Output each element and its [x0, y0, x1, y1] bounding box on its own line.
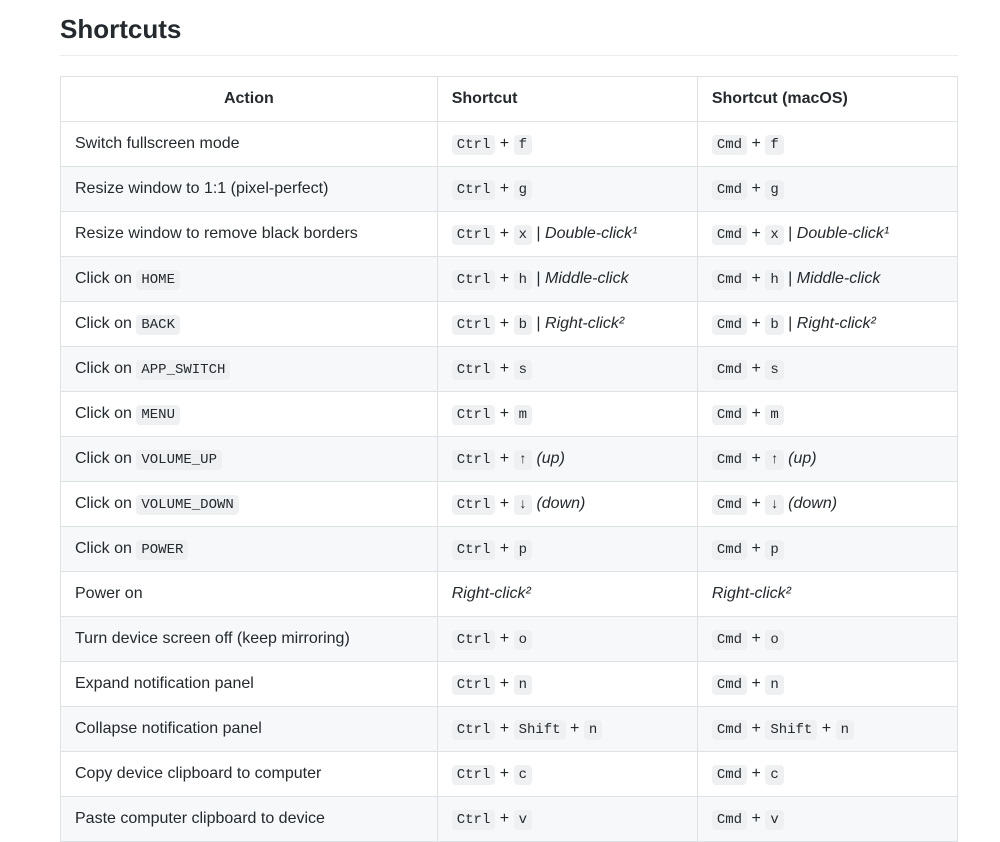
table-row: Click on HOMECtrl + h | Middle-clickCmd … [61, 257, 958, 302]
cell-action: Click on APP_SWITCH [61, 347, 438, 392]
cell-action: Switch fullscreen mode [61, 122, 438, 167]
table-row: Paste computer clipboard to deviceCtrl +… [61, 797, 958, 842]
cell-shortcut_macos: Cmd + ↓ (down) [697, 482, 957, 527]
cell-action: Click on VOLUME_DOWN [61, 482, 438, 527]
cell-action: Click on MENU [61, 392, 438, 437]
cell-action: Paste computer clipboard to device [61, 797, 438, 842]
table-row: Click on BACKCtrl + b | Right-click²Cmd … [61, 302, 958, 347]
table-row: Resize window to 1:1 (pixel-perfect)Ctrl… [61, 167, 958, 212]
cell-shortcut: Ctrl + v [437, 797, 697, 842]
col-shortcut-macos: Shortcut (macOS) [697, 77, 957, 122]
table-row: Power onRight-click²Right-click² [61, 572, 958, 617]
col-shortcut: Shortcut [437, 77, 697, 122]
cell-shortcut: Ctrl + c [437, 752, 697, 797]
table-row: Collapse notification panelCtrl + Shift … [61, 707, 958, 752]
cell-action: Click on VOLUME_UP [61, 437, 438, 482]
cell-shortcut: Ctrl + g [437, 167, 697, 212]
cell-shortcut_macos: Cmd + b | Right-click² [697, 302, 957, 347]
cell-shortcut_macos: Cmd + h | Middle-click [697, 257, 957, 302]
col-action: Action [61, 77, 438, 122]
cell-shortcut_macos: Cmd + n [697, 662, 957, 707]
table-header-row: Action Shortcut Shortcut (macOS) [61, 77, 958, 122]
cell-shortcut: Ctrl + m [437, 392, 697, 437]
cell-shortcut_macos: Cmd + Shift + n [697, 707, 957, 752]
cell-action: Click on POWER [61, 527, 438, 572]
heading-shortcuts: Shortcuts [60, 0, 958, 56]
cell-shortcut: Ctrl + ↓ (down) [437, 482, 697, 527]
table-row: Click on POWERCtrl + pCmd + p [61, 527, 958, 572]
cell-shortcut_macos: Cmd + p [697, 527, 957, 572]
table-row: Click on APP_SWITCHCtrl + sCmd + s [61, 347, 958, 392]
cell-shortcut: Ctrl + p [437, 527, 697, 572]
cell-shortcut_macos: Cmd + g [697, 167, 957, 212]
cell-shortcut_macos: Cmd + v [697, 797, 957, 842]
table-row: Turn device screen off (keep mirroring)C… [61, 617, 958, 662]
cell-action: Copy device clipboard to computer [61, 752, 438, 797]
cell-shortcut_macos: Cmd + m [697, 392, 957, 437]
table-row: Expand notification panelCtrl + nCmd + n [61, 662, 958, 707]
cell-action: Power on [61, 572, 438, 617]
cell-shortcut: Ctrl + ↑ (up) [437, 437, 697, 482]
cell-shortcut: Ctrl + n [437, 662, 697, 707]
cell-shortcut: Ctrl + f [437, 122, 697, 167]
cell-action: Click on BACK [61, 302, 438, 347]
cell-shortcut_macos: Cmd + x | Double-click¹ [697, 212, 957, 257]
table-row: Resize window to remove black bordersCtr… [61, 212, 958, 257]
table-row: Click on VOLUME_DOWNCtrl + ↓ (down)Cmd +… [61, 482, 958, 527]
cell-action: Collapse notification panel [61, 707, 438, 752]
cell-shortcut: Ctrl + b | Right-click² [437, 302, 697, 347]
cell-shortcut: Ctrl + o [437, 617, 697, 662]
shortcuts-table: Action Shortcut Shortcut (macOS) Switch … [60, 76, 958, 842]
cell-action: Expand notification panel [61, 662, 438, 707]
table-row: Click on VOLUME_UPCtrl + ↑ (up)Cmd + ↑ (… [61, 437, 958, 482]
table-row: Click on MENUCtrl + mCmd + m [61, 392, 958, 437]
cell-action: Click on HOME [61, 257, 438, 302]
cell-action: Turn device screen off (keep mirroring) [61, 617, 438, 662]
cell-shortcut_macos: Cmd + c [697, 752, 957, 797]
cell-shortcut: Right-click² [437, 572, 697, 617]
cell-shortcut: Ctrl + x | Double-click¹ [437, 212, 697, 257]
cell-shortcut: Ctrl + h | Middle-click [437, 257, 697, 302]
cell-shortcut_macos: Cmd + s [697, 347, 957, 392]
cell-shortcut_macos: Cmd + f [697, 122, 957, 167]
cell-action: Resize window to remove black borders [61, 212, 438, 257]
table-row: Switch fullscreen modeCtrl + fCmd + f [61, 122, 958, 167]
cell-shortcut: Ctrl + s [437, 347, 697, 392]
cell-shortcut_macos: Cmd + o [697, 617, 957, 662]
cell-action: Resize window to 1:1 (pixel-perfect) [61, 167, 438, 212]
cell-shortcut_macos: Cmd + ↑ (up) [697, 437, 957, 482]
cell-shortcut_macos: Right-click² [697, 572, 957, 617]
cell-shortcut: Ctrl + Shift + n [437, 707, 697, 752]
table-row: Copy device clipboard to computerCtrl + … [61, 752, 958, 797]
